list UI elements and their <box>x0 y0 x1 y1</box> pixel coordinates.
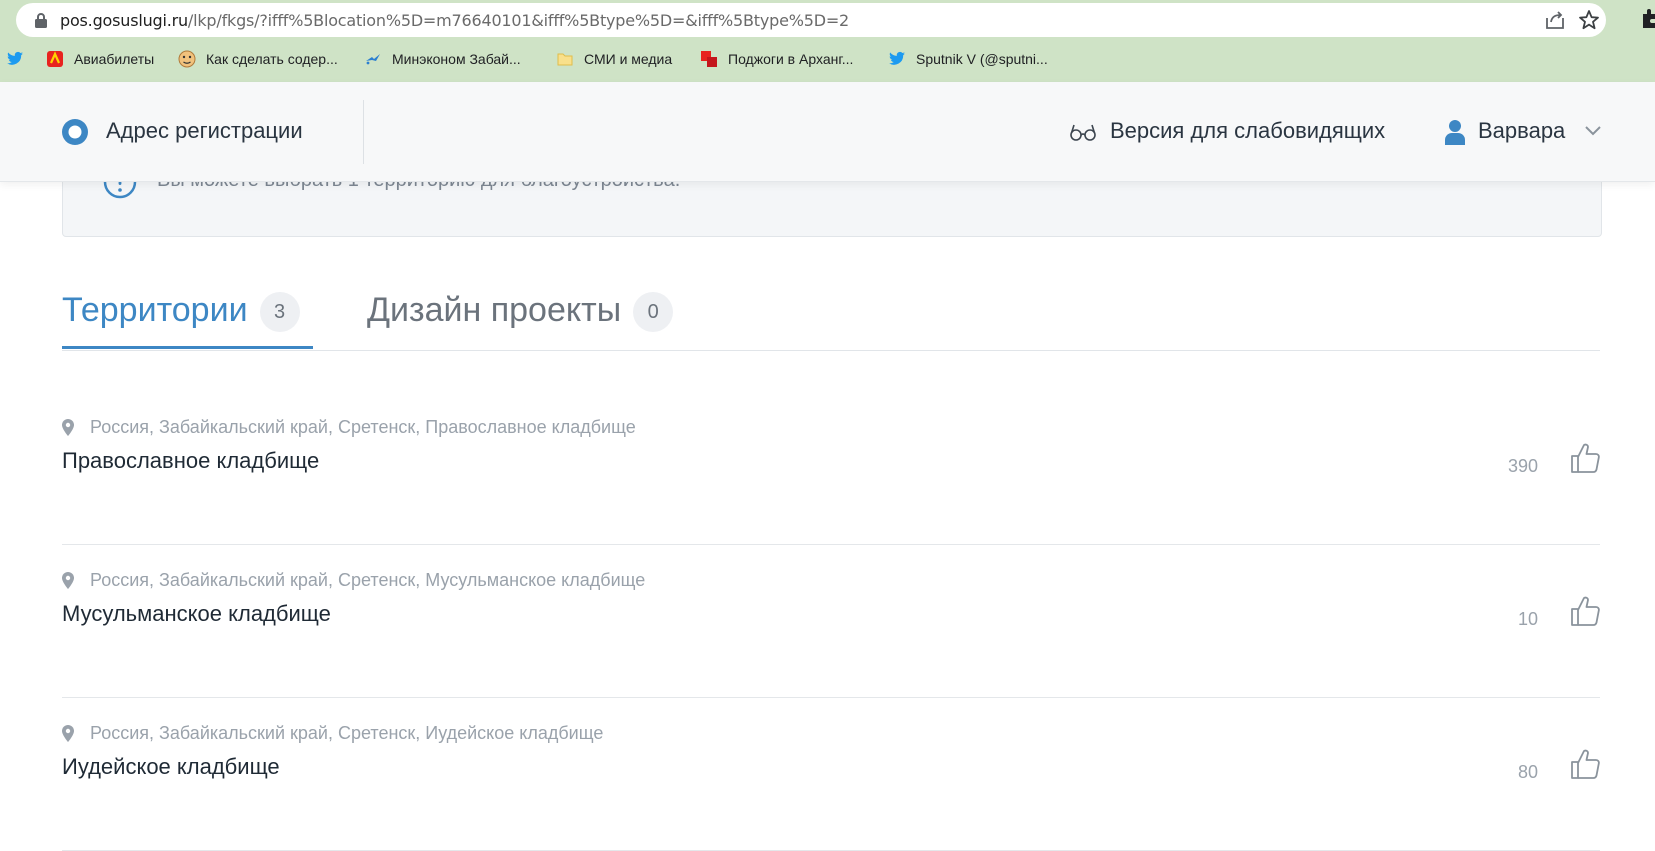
accessibility-version-link[interactable]: Версия для слабовидящих <box>1110 118 1385 144</box>
share-icon[interactable] <box>1544 10 1566 30</box>
url-host: pos.gosuslugi.ru <box>60 11 188 30</box>
bookmark-label: Минэконом Забай... <box>392 51 521 67</box>
header-divider <box>363 100 364 164</box>
chevron-down-icon[interactable] <box>1584 124 1602 138</box>
territory-item[interactable]: Россия, Забайкальский край, Сретенск, Пр… <box>62 392 1600 545</box>
address-bar[interactable]: pos.gosuslugi.ru/lkp/fkgs/?ifff%5Blocati… <box>16 3 1606 37</box>
territory-title[interactable]: Иудейское кладбище <box>62 754 280 780</box>
territory-address: Россия, Забайкальский край, Сретенск, Иу… <box>90 722 604 743</box>
bookmark-twitter[interactable] <box>6 48 34 70</box>
tickets-icon <box>47 51 63 67</box>
active-tab-underline <box>62 346 313 349</box>
territory-item[interactable]: Россия, Забайкальский край, Сретенск, Иу… <box>62 698 1600 851</box>
thumbs-up-icon[interactable] <box>1570 748 1600 780</box>
map-pin-icon <box>62 571 74 589</box>
url-text[interactable]: pos.gosuslugi.ru/lkp/fkgs/?ifff%5Blocati… <box>60 11 849 30</box>
vote-count: 80 <box>1517 762 1538 782</box>
extensions-icon[interactable] <box>1641 8 1655 28</box>
bookmark-item[interactable]: Как сделать содер... <box>178 48 338 70</box>
territory-title[interactable]: Мусульманское кладбище <box>62 601 331 627</box>
user-icon[interactable] <box>1444 119 1466 145</box>
territory-address: Россия, Забайкальский край, Сретенск, Пр… <box>90 416 636 437</box>
tabs-bar: Территории 3 Дизайн проекты 0 <box>62 280 1600 351</box>
red-flag-icon <box>701 51 717 67</box>
location-radio-icon[interactable] <box>62 119 88 145</box>
tab-label: Дизайн проекты <box>367 291 622 329</box>
glasses-icon[interactable] <box>1070 122 1096 142</box>
registration-address-link[interactable]: Адрес регистрации <box>106 118 303 144</box>
bookmarks-bar: Авиабилеты Как сделать содер... Минэконо… <box>0 44 1655 74</box>
bookmark-item[interactable]: Поджоги в Арханг... <box>700 48 853 70</box>
folder-icon <box>557 53 573 66</box>
bookmark-item[interactable]: Sputnik V (@sputni... <box>888 48 1048 70</box>
territory-address: Россия, Забайкальский край, Сретенск, Му… <box>90 569 646 590</box>
tab-count-badge: 3 <box>259 292 300 332</box>
bookmark-label: Как сделать содер... <box>206 51 338 67</box>
thumbs-up-icon[interactable] <box>1570 442 1600 474</box>
bird-icon <box>366 54 380 65</box>
map-pin-icon <box>62 724 74 742</box>
tab-label: Территории <box>62 291 248 329</box>
face-icon <box>178 50 196 68</box>
tab-count-badge: 0 <box>633 292 674 332</box>
lock-icon[interactable] <box>34 13 48 28</box>
territory-item[interactable]: Россия, Забайкальский край, Сретенск, Му… <box>62 545 1600 698</box>
bookmark-label: Поджоги в Арханг... <box>728 51 854 67</box>
user-menu[interactable]: Варвара <box>1478 118 1565 144</box>
bookmark-item[interactable]: СМИ и медиа <box>556 48 672 70</box>
map-pin-icon <box>62 418 74 436</box>
bookmark-label: СМИ и медиа <box>584 51 673 67</box>
bookmark-item[interactable]: Авиабилеты <box>46 48 154 70</box>
bookmark-item[interactable]: Минэконом Забай... <box>364 48 521 70</box>
twitter-icon <box>889 51 905 65</box>
site-header: Адрес регистрации Версия для слабовидящи… <box>0 82 1655 182</box>
vote-count: 390 <box>1507 456 1538 476</box>
tab-territories[interactable]: Территории 3 <box>62 290 313 349</box>
browser-chrome: pos.gosuslugi.ru/lkp/fkgs/?ifff%5Blocati… <box>0 0 1655 82</box>
vote-count: 10 <box>1517 609 1538 629</box>
url-path: /lkp/fkgs/?ifff%5Blocation%5D=m76640101&… <box>187 11 850 30</box>
twitter-icon <box>7 51 23 65</box>
thumbs-up-icon[interactable] <box>1570 595 1600 627</box>
bookmark-star-icon[interactable] <box>1578 9 1600 31</box>
address-row: Россия, Забайкальский край, Сретенск, Пр… <box>62 416 636 438</box>
territory-list: Россия, Забайкальский край, Сретенск, Пр… <box>62 392 1600 851</box>
bookmark-label: Sputnik V (@sputni... <box>916 51 1048 67</box>
tab-design-projects[interactable]: Дизайн проекты 0 <box>367 290 674 348</box>
bookmark-label: Авиабилеты <box>74 51 155 67</box>
territory-title[interactable]: Православное кладбище <box>62 448 319 474</box>
address-row: Россия, Забайкальский край, Сретенск, Му… <box>62 569 645 591</box>
address-row: Россия, Забайкальский край, Сретенск, Иу… <box>62 722 603 744</box>
